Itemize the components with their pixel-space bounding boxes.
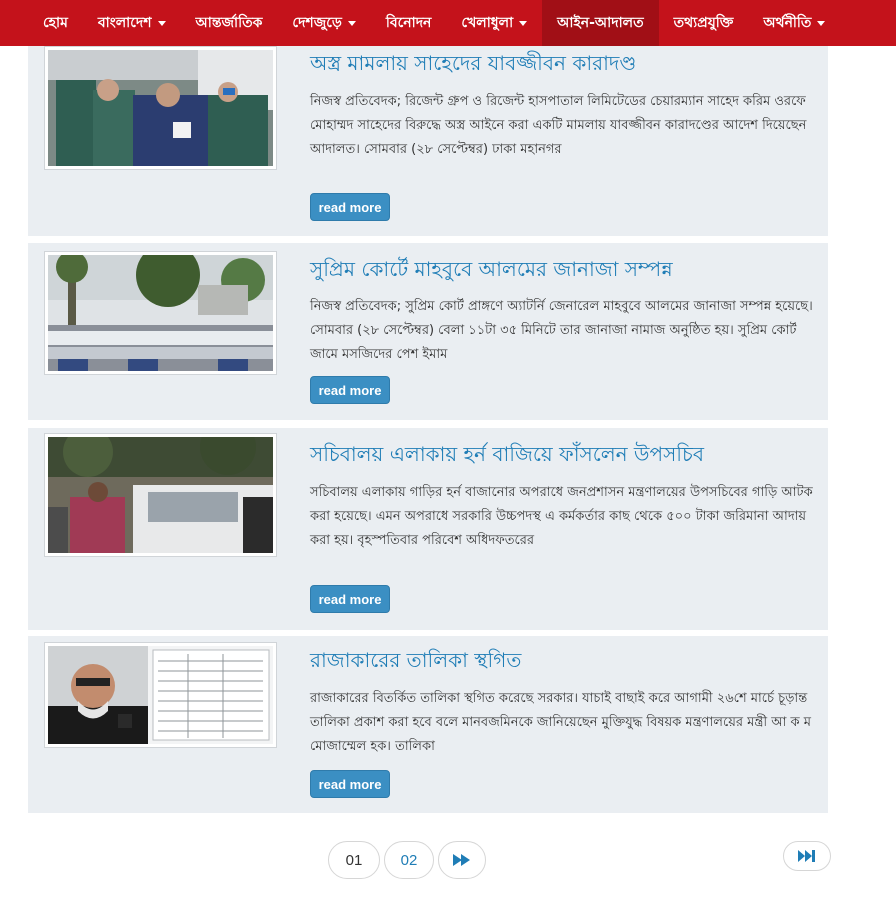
article-excerpt: নিজস্ব প্রতিবেদক; রিজেন্ট গ্রুপ ও রিজেন্…: [310, 94, 807, 157]
read-more-button[interactable]: read more: [310, 585, 390, 613]
article-title[interactable]: সুপ্রিম কোর্টে মাহবুবে আলমের জানাজা সম্প…: [310, 255, 673, 288]
article-excerpt: রাজাকারের বিতর্কিত তালিকা স্থগিত করেছে স…: [310, 691, 811, 754]
article-title[interactable]: সচিবালয় এলাকায় হর্ন বাজিয়ে ফাঁসলেন উপ…: [310, 440, 704, 473]
article-title[interactable]: অস্ত্র মামলায় সাহেদের যাবজ্জীবন কারাদণ্…: [310, 49, 636, 82]
nav-item-label: খেলাধুলা: [461, 15, 514, 31]
article-thumbnail[interactable]: [44, 251, 277, 375]
nav-item-technology[interactable]: তথ্যপ্রযুক্তি: [659, 0, 749, 46]
article-card: রাজাকারের তালিকা স্থগিত রাজাকারের বিতর্ক…: [28, 636, 828, 813]
caret-down-icon: [519, 20, 528, 26]
article-card: সুপ্রিম কোর্টে মাহবুবে আলমের জানাজা সম্প…: [28, 243, 828, 420]
car-street-photo-icon: [48, 437, 273, 553]
pagination: 01 02: [328, 841, 490, 879]
nav-item-sports[interactable]: খেলাধুলা: [446, 0, 542, 46]
article-card: অস্ত্র মামলায় সাহেদের যাবজ্জীবন কারাদণ্…: [28, 46, 828, 236]
read-more-button[interactable]: read more: [310, 376, 390, 404]
article-excerpt: সচিবালয় এলাকায় গাড়ির হর্ন বাজানোর অপর…: [310, 485, 813, 548]
nav-item-economy[interactable]: অর্থনীতি: [748, 0, 840, 46]
read-more-button[interactable]: read more: [310, 193, 390, 221]
article-thumbnail[interactable]: [44, 46, 277, 170]
nav-item-law-court[interactable]: আইন-আদালত: [542, 0, 659, 46]
page-button-01[interactable]: 01: [328, 841, 380, 879]
next-page-button[interactable]: [438, 841, 486, 879]
article-title[interactable]: রাজাকারের তালিকা স্থগিত: [310, 646, 521, 679]
read-more-button[interactable]: read more: [310, 770, 390, 798]
caret-down-icon: [157, 20, 166, 26]
article-thumbnail[interactable]: [44, 642, 277, 748]
nav-item-label: অর্থনীতি: [763, 15, 812, 31]
nav-item-label: তথ্যপ্রযুক্তি: [673, 15, 734, 31]
nav-item-international[interactable]: আন্তর্জাতিক: [181, 0, 278, 46]
page-button-02[interactable]: 02: [384, 841, 434, 879]
nav-item-home[interactable]: হোম: [28, 0, 83, 46]
caret-down-icon: [347, 20, 356, 26]
caret-down-icon: [817, 20, 826, 26]
nav-item-label: বিনোদন: [385, 15, 432, 31]
minister-and-list-photo-icon: [48, 646, 273, 744]
funeral-prayer-photo-icon: [48, 255, 273, 371]
nav-item-label: আন্তর্জাতিক: [195, 15, 263, 31]
last-page-button[interactable]: [783, 841, 831, 871]
nav-item-label: আইন-আদালত: [557, 15, 644, 31]
nav-item-bangladesh[interactable]: বাংলাদেশ: [83, 0, 181, 46]
fast-forward-icon: [453, 854, 470, 866]
main-navbar: হোম বাংলাদেশ আন্তর্জাতিক দেশজুড়ে বিনোদন…: [0, 0, 896, 46]
nav-item-label: দেশজুড়ে: [292, 15, 342, 31]
nav-item-label: বাংলাদেশ: [97, 15, 152, 31]
article-card: সচিবালয় এলাকায় হর্ন বাজিয়ে ফাঁসলেন উপ…: [28, 428, 828, 630]
nav-item-countrywide[interactable]: দেশজুড়ে: [277, 0, 370, 46]
article-thumbnail[interactable]: [44, 433, 277, 557]
police-escort-photo-icon: [48, 50, 273, 166]
nav-item-label: হোম: [43, 15, 68, 31]
article-excerpt: নিজস্ব প্রতিবেদক; সুপ্রিম কোর্ট প্রাঙ্গণ…: [310, 299, 813, 362]
nav-item-entertainment[interactable]: বিনোদন: [371, 0, 447, 46]
skip-to-end-icon: [798, 850, 815, 862]
